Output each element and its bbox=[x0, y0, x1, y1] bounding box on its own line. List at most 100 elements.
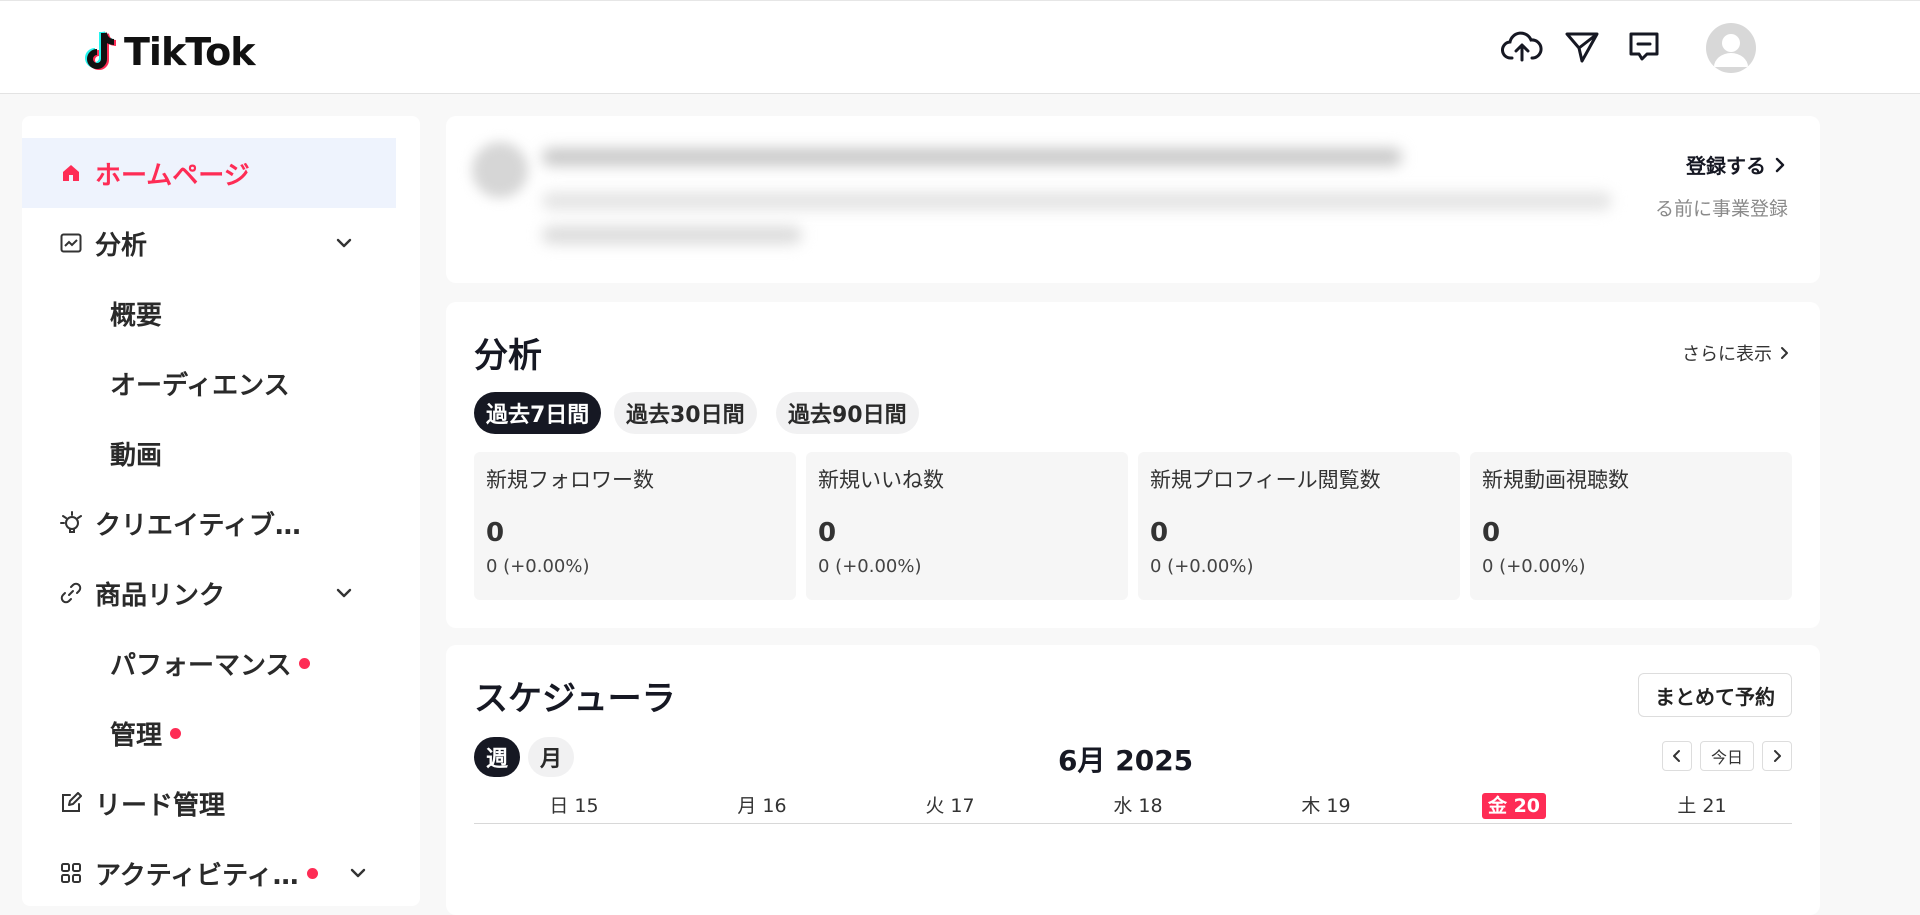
stat-change: 0 (+0.00%) bbox=[1482, 556, 1586, 577]
stat-value: 0 bbox=[1150, 518, 1169, 548]
next-week-button[interactable] bbox=[1762, 741, 1792, 771]
day-header[interactable]: 月 16 bbox=[692, 791, 832, 818]
sidebar-item-product-links[interactable]: 商品リンク bbox=[22, 558, 396, 628]
sidebar-item-activity[interactable]: アクティビティ… bbox=[22, 838, 396, 906]
stat-card-followers[interactable]: 新規フォロワー数 0 0 (+0.00%) bbox=[474, 452, 796, 600]
day-label: 月 16 bbox=[737, 795, 787, 817]
chevron-right-icon bbox=[1774, 750, 1781, 762]
period-7-days[interactable]: 過去7日間 bbox=[474, 392, 602, 434]
analytics-title: 分析 bbox=[474, 336, 542, 376]
stat-card-likes[interactable]: 新規いいね数 0 0 (+0.00%) bbox=[806, 452, 1128, 600]
stat-label: 新規動画視聴数 bbox=[1482, 468, 1629, 492]
blurred-text bbox=[542, 226, 802, 244]
sidebar-item-label: 動画 bbox=[110, 440, 163, 471]
sidebar-item-creative[interactable]: クリエイティブ… bbox=[22, 488, 396, 558]
view-week-tab[interactable]: 週 bbox=[474, 737, 520, 777]
stat-value: 0 bbox=[486, 518, 505, 548]
period-30-days[interactable]: 過去30日間 bbox=[614, 392, 757, 434]
top-header: TikTok bbox=[0, 0, 1920, 94]
stat-card-video-views[interactable]: 新規動画視聴数 0 0 (+0.00%) bbox=[1470, 452, 1792, 600]
chevron-down-icon bbox=[336, 588, 352, 598]
blurred-avatar bbox=[472, 142, 528, 198]
notification-dot bbox=[299, 657, 311, 669]
day-header[interactable]: 火 17 bbox=[880, 791, 1020, 818]
notification-dot bbox=[306, 867, 318, 879]
link-icon bbox=[58, 580, 84, 606]
logo-text: TikTok bbox=[124, 30, 255, 74]
see-more-label: さらに表示 bbox=[1682, 344, 1772, 365]
sidebar-item-text: アクティビティ… bbox=[95, 855, 318, 892]
sidebar-item-label: アクティビティ… bbox=[95, 860, 299, 891]
sidebar-item-label: オーディエンス bbox=[110, 370, 290, 401]
chevron-down-icon bbox=[350, 868, 366, 878]
period-90-days[interactable]: 過去90日間 bbox=[776, 392, 919, 434]
day-label: 金 20 bbox=[1481, 793, 1547, 819]
sidebar-item-leads[interactable]: リード管理 bbox=[22, 768, 396, 838]
edit-icon bbox=[58, 790, 84, 816]
day-label: 火 17 bbox=[925, 795, 975, 817]
sidebar-item-videos[interactable]: 動画 bbox=[22, 418, 396, 488]
day-header[interactable]: 日 15 bbox=[504, 791, 644, 818]
stat-label: 新規いいね数 bbox=[818, 468, 944, 492]
prev-week-button[interactable] bbox=[1662, 741, 1692, 771]
stat-value: 0 bbox=[1482, 518, 1501, 548]
bulk-schedule-button[interactable]: まとめて予約 bbox=[1638, 673, 1792, 717]
chevron-right-icon bbox=[1781, 347, 1788, 359]
sidebar-item-label: 分析 bbox=[95, 230, 148, 261]
sidebar-item-label: 商品リンク bbox=[95, 580, 226, 611]
stat-card-profile-views[interactable]: 新規プロフィール閲覧数 0 0 (+0.00%) bbox=[1138, 452, 1460, 600]
scheduler-title: スケジューラ bbox=[474, 679, 676, 719]
chevron-left-icon bbox=[1673, 750, 1680, 762]
sidebar-item-label: 概要 bbox=[110, 300, 163, 331]
current-month-label: 6月 2025 bbox=[1058, 744, 1194, 777]
stat-change: 0 (+0.00%) bbox=[486, 556, 590, 577]
chevron-right-icon bbox=[1775, 157, 1785, 172]
sidebar-item-home[interactable]: ホームページ bbox=[22, 138, 396, 208]
sidebar-item-performance[interactable]: パフォーマンス bbox=[22, 628, 396, 698]
send-icon[interactable] bbox=[1560, 27, 1604, 67]
blurred-text bbox=[542, 148, 1402, 166]
avatar[interactable] bbox=[1706, 23, 1756, 73]
home-icon bbox=[58, 160, 84, 186]
view-month-tab[interactable]: 月 bbox=[528, 737, 574, 777]
sidebar-item-label: ホームページ bbox=[95, 160, 250, 191]
sidebar-item-overview[interactable]: 概要 bbox=[22, 278, 396, 348]
sidebar: ホームページ 分析 概要 オーディエンス 動画 クリエイティブ… 商品リンク パ… bbox=[22, 116, 420, 906]
tiktok-logo[interactable]: TikTok bbox=[84, 29, 255, 75]
sidebar-item-audience[interactable]: オーディエンス bbox=[22, 348, 396, 418]
day-header-today[interactable]: 金 20 bbox=[1444, 791, 1584, 819]
chevron-down-icon bbox=[336, 238, 352, 248]
business-register-banner: 登録する る前に事業登録 bbox=[446, 116, 1820, 283]
sidebar-item-manage[interactable]: 管理 bbox=[22, 698, 396, 768]
calendar-divider bbox=[474, 823, 1792, 824]
stat-label: 新規フォロワー数 bbox=[486, 468, 654, 492]
stat-change: 0 (+0.00%) bbox=[818, 556, 922, 577]
apps-icon bbox=[58, 860, 84, 886]
blurred-text bbox=[542, 192, 1612, 210]
register-link[interactable]: 登録する bbox=[1686, 150, 1788, 179]
sidebar-item-label: パフォーマンス bbox=[110, 650, 292, 681]
analytics-card: 分析 さらに表示 過去7日間 過去30日間 過去90日間 新規フォロワー数 0 … bbox=[446, 302, 1820, 628]
day-header[interactable]: 木 19 bbox=[1256, 791, 1396, 818]
see-more-link[interactable]: さらに表示 bbox=[1682, 340, 1792, 366]
sidebar-item-analytics[interactable]: 分析 bbox=[22, 208, 396, 278]
analytics-icon bbox=[58, 230, 84, 256]
stat-change: 0 (+0.00%) bbox=[1150, 556, 1254, 577]
upload-cloud-icon[interactable] bbox=[1500, 27, 1544, 67]
stat-value: 0 bbox=[818, 518, 837, 548]
day-header[interactable]: 水 18 bbox=[1068, 791, 1208, 818]
day-label: 土 21 bbox=[1677, 795, 1727, 817]
stat-label: 新規プロフィール閲覧数 bbox=[1150, 468, 1381, 492]
message-icon[interactable] bbox=[1622, 27, 1666, 67]
sidebar-item-label: 管理 bbox=[110, 720, 163, 751]
notification-dot bbox=[170, 727, 182, 739]
register-label: 登録する bbox=[1686, 154, 1766, 178]
tiktok-note-icon bbox=[85, 31, 117, 70]
today-button[interactable]: 今日 bbox=[1700, 741, 1754, 771]
day-header[interactable]: 土 21 bbox=[1632, 791, 1772, 818]
sidebar-item-label: クリエイティブ… bbox=[95, 510, 301, 541]
register-note: る前に事業登録 bbox=[1654, 198, 1788, 220]
sidebar-item-text: パフォーマンス bbox=[110, 645, 311, 682]
day-label: 木 19 bbox=[1301, 795, 1351, 817]
sidebar-item-text: 管理 bbox=[110, 715, 182, 752]
